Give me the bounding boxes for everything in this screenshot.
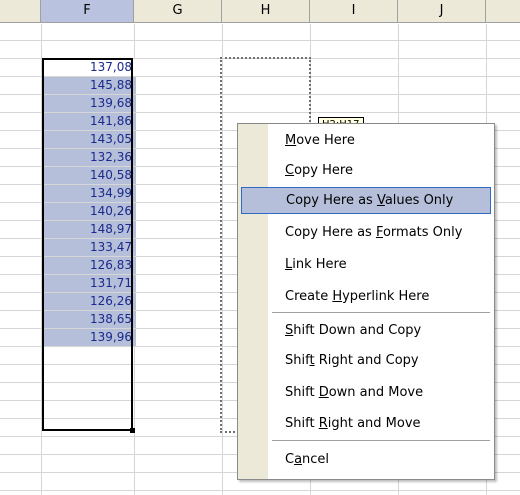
- column-header-j[interactable]: J: [398, 0, 486, 23]
- menu-item-text: Shift: [285, 416, 319, 431]
- menu-item-text: Copy Here as: [286, 193, 377, 208]
- menu-item-access-key: V: [376, 193, 385, 208]
- cell-f2[interactable]: 137,08: [43, 59, 136, 76]
- column-header-g[interactable]: G: [134, 0, 222, 23]
- menu-item-text: ormats Only: [382, 225, 463, 240]
- cell-f12[interactable]: 133,47: [43, 239, 136, 256]
- cell-f10[interactable]: 140,26: [43, 203, 136, 220]
- cell-f4[interactable]: 139,68: [43, 95, 136, 112]
- menu-item-access-key: a: [294, 452, 303, 467]
- menu-item-text: hift Down and Copy: [293, 323, 422, 338]
- cell-f14[interactable]: 131,71: [43, 275, 136, 292]
- menu-item-7[interactable]: Shift Right and Copy: [241, 347, 491, 374]
- cell-f3[interactable]: 145,88: [43, 77, 136, 94]
- menu-item-1[interactable]: Copy Here: [241, 157, 491, 184]
- cell-f8[interactable]: 140,58: [43, 167, 136, 184]
- column-header-k[interactable]: [486, 0, 520, 23]
- grid-row-line: [0, 490, 520, 491]
- menu-item-text: ink Here: [292, 257, 347, 272]
- spreadsheet: F G H I J 137,08 145,88 139,68 141,86 143,05…: [0, 0, 520, 495]
- menu-item-text: Right and Copy: [314, 353, 419, 368]
- column-header-f[interactable]: F: [41, 0, 134, 23]
- menu-item-access-key: M: [285, 133, 297, 148]
- menu-item-6[interactable]: Shift Down and Copy: [241, 317, 491, 344]
- menu-item-text: alues Only: [384, 193, 454, 208]
- cell-f5[interactable]: 141,86: [43, 113, 136, 130]
- cell-f6[interactable]: 143,05: [43, 131, 136, 148]
- menu-item-text: ncel: [302, 452, 330, 467]
- cell-f16[interactable]: 138,65: [43, 311, 136, 328]
- menu-item-9[interactable]: Shift Right and Move: [241, 410, 491, 437]
- fill-handle[interactable]: [130, 428, 135, 433]
- menu-item-access-key: C: [285, 163, 295, 178]
- column-f-cells: 137,08 145,88 139,68 141,86 143,05 132,36 140,…: [43, 59, 136, 347]
- column-header-row: F G H I J: [0, 0, 520, 24]
- menu-item-3[interactable]: Copy Here as Formats Only: [241, 219, 491, 246]
- cell-f11[interactable]: 148,97: [43, 221, 136, 238]
- menu-item-text: ight and Move: [327, 416, 421, 431]
- select-all-corner[interactable]: [0, 0, 41, 23]
- menu-item-0[interactable]: Move Here: [241, 127, 491, 154]
- menu-item-text: C: [285, 452, 295, 467]
- cell-f15[interactable]: 126,26: [43, 293, 136, 310]
- menu-item-text: Shift: [285, 385, 319, 400]
- menu-item-8[interactable]: Shift Down and Move: [241, 379, 491, 406]
- menu-item-access-key: H: [332, 289, 343, 304]
- menu-item-text: Copy Here as: [285, 225, 376, 240]
- menu-item-access-key: D: [318, 385, 329, 400]
- menu-item-access-key: R: [318, 416, 328, 431]
- grid-row-line: [0, 40, 520, 41]
- cell-f17[interactable]: 139,96: [43, 329, 136, 346]
- menu-item-2[interactable]: Copy Here as Values Only: [241, 187, 491, 214]
- column-header-i[interactable]: I: [310, 0, 398, 23]
- menu-item-text: opy Here: [294, 163, 353, 178]
- cell-f7[interactable]: 132,36: [43, 149, 136, 166]
- menu-item-text: Create: [285, 289, 333, 304]
- grid-column-line: [41, 24, 42, 495]
- menu-item-10[interactable]: Cancel: [241, 446, 491, 473]
- context-menu[interactable]: Move Here Copy Here Copy Here as Values On…: [237, 123, 495, 480]
- menu-item-text: own and Move: [328, 385, 424, 400]
- cell-f9[interactable]: 134,99: [43, 185, 136, 202]
- menu-item-access-key: F: [375, 225, 383, 240]
- menu-item-4[interactable]: Link Here: [241, 251, 491, 278]
- column-header-h[interactable]: H: [222, 0, 310, 23]
- menu-item-text: yperlink Here: [342, 289, 430, 304]
- menu-item-5[interactable]: Create Hyperlink Here: [241, 283, 491, 310]
- cell-f13[interactable]: 126,83: [43, 257, 136, 274]
- menu-separator: [272, 440, 490, 441]
- menu-item-text: ove Here: [296, 133, 355, 148]
- menu-separator: [272, 312, 490, 313]
- menu-item-text: Shif: [285, 353, 310, 368]
